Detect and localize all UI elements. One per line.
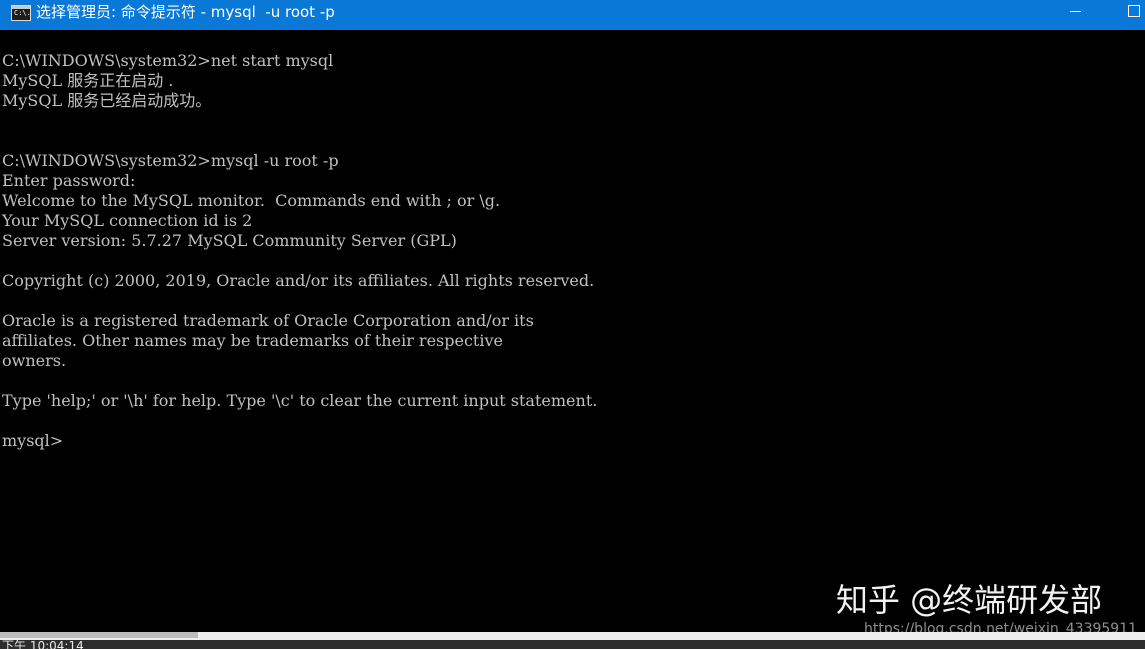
console-line: MySQL 服务正在启动 .	[2, 71, 174, 90]
taskbar-strip: 下午 10:04:14	[0, 640, 1145, 649]
cmd-icon-label: C:\.	[14, 9, 31, 17]
minimize-button[interactable]	[1052, 0, 1098, 24]
console-output[interactable]: C:\WINDOWS\system32>net start mysql MySQL…	[0, 30, 1145, 632]
console-text: C:\WINDOWS\system32>net start mysql MySQL…	[0, 30, 1145, 451]
console-line: C:\WINDOWS\system32>mysql -u root -p	[2, 151, 339, 170]
console-line: MySQL 服务已经启动成功。	[2, 91, 212, 110]
watermark-text: 知乎 @终端研发部	[836, 581, 1103, 619]
scroll-thumb[interactable]	[0, 632, 198, 638]
cmd-window: C:\. 选择管理员: 命令提示符 - mysql -u root -p C:\…	[0, 0, 1145, 649]
mysql-prompt[interactable]: mysql>	[2, 431, 1145, 451]
console-line: Type 'help;' or '\h' for help. Type '\c'…	[2, 391, 598, 410]
console-line: Copyright (c) 2000, 2019, Oracle and/or …	[2, 271, 595, 290]
console-line: affiliates. Other names may be trademark…	[2, 331, 503, 350]
title-bar[interactable]: C:\. 选择管理员: 命令提示符 - mysql -u root -p	[0, 0, 1145, 30]
horizontal-scrollbar[interactable]: 下午 10:04:14	[0, 632, 1145, 649]
console-line: Welcome to the MySQL monitor. Commands e…	[2, 191, 501, 210]
console-line: Server version: 5.7.27 MySQL Community S…	[2, 231, 457, 250]
maximize-button[interactable]	[1110, 0, 1145, 24]
window-title: 选择管理员: 命令提示符 - mysql -u root -p	[36, 3, 335, 21]
console-line: Oracle is a registered trademark of Orac…	[2, 311, 534, 330]
taskbar-time: 下午 10:04:14	[2, 640, 84, 649]
cmd-icon[interactable]: C:\.	[11, 5, 31, 21]
console-line: owners.	[2, 351, 67, 370]
console-line: Your MySQL connection id is 2	[2, 211, 253, 230]
console-line: C:\WINDOWS\system32>net start mysql	[2, 51, 334, 70]
console-line: Enter password:	[2, 171, 136, 190]
